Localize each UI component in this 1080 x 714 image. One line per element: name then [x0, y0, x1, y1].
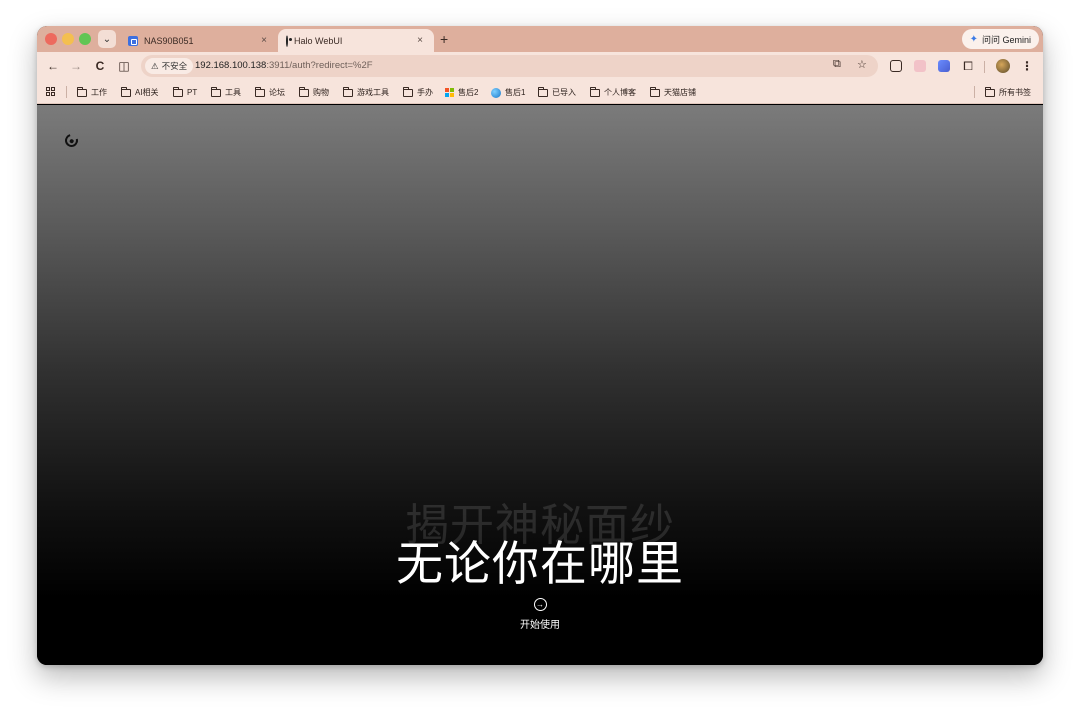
bookmark-label: 论坛 [269, 88, 285, 97]
folder-icon [538, 86, 548, 97]
all-bookmarks-label: 所有书签 [999, 88, 1031, 97]
bookmark-label: 工具 [225, 88, 241, 97]
bookmark-folder-shopping[interactable]: 购物 [299, 86, 329, 99]
bookmark-label: 售后2 [458, 88, 479, 97]
bookmark-folder-figures[interactable]: 手办 [403, 86, 433, 99]
bookmark-folder-tmall-store[interactable]: 天猫店铺 [650, 86, 696, 99]
bookmark-folder-blog[interactable]: 个人博客 [590, 86, 636, 99]
bookmark-folder-tools[interactable]: 工具 [211, 86, 241, 99]
tab-nas[interactable]: NAS90B051 × [120, 29, 278, 52]
halo-favicon-icon [286, 34, 288, 47]
url-host: 192.168.100.138 [195, 60, 267, 71]
bookmarks-divider [66, 86, 67, 98]
get-started-label: 开始使用 [520, 620, 560, 631]
bookmark-star-icon[interactable]: ☆ [857, 58, 867, 71]
bookmarks-divider [974, 86, 975, 98]
browser-toolbar: ← → C ◫ ⚠ 不安全 192.168.100.138:3911/auth?… [37, 52, 1043, 81]
bookmark-after-sales-1[interactable]: 售后1 [491, 86, 525, 99]
bookmark-after-sales-2[interactable]: 售后2 [445, 86, 478, 99]
halo-logo-icon[interactable] [62, 131, 81, 150]
profile-avatar[interactable] [996, 59, 1010, 73]
bookmark-label: 个人博客 [604, 88, 636, 97]
bookmark-folder-pt[interactable]: PT [173, 86, 197, 99]
forward-arrow-icon[interactable]: → [68, 58, 84, 74]
bookmark-folder-forum[interactable]: 论坛 [255, 86, 285, 99]
site-security-chip[interactable]: ⚠ 不安全 [145, 58, 194, 74]
reload-icon[interactable]: C [92, 58, 108, 74]
page-content: 揭开神秘面纱 无论你在哪里 → 开始使用 [37, 105, 1043, 665]
apps-grid-icon[interactable] [46, 87, 55, 96]
folder-icon [985, 86, 995, 97]
gemini-sparkle-icon: ✦ [969, 33, 978, 45]
folder-icon [173, 86, 183, 97]
zoom-window-button[interactable] [79, 33, 91, 45]
ask-gemini-label: 问问 Gemini [981, 34, 1031, 45]
extension-screenshot-icon[interactable] [890, 60, 902, 72]
hero-title: 无论你在哪里 [396, 537, 684, 592]
address-bar[interactable]: ⚠ 不安全 192.168.100.138:3911/auth?redirect… [141, 55, 878, 77]
nas-favicon-icon [128, 35, 138, 46]
folder-icon [211, 86, 221, 97]
bookmark-label: PT [187, 88, 198, 97]
tab-title: Halo WebUI [294, 35, 343, 46]
warning-triangle-icon: ⚠ [151, 60, 159, 71]
folder-icon [121, 86, 131, 97]
toolbar-divider [984, 61, 985, 73]
folder-icon [650, 86, 660, 97]
bookmarks-bar: 工作 AI相关 PT 工具 论坛 购物 游戏工具 手办 售后2 售后1 已导入 … [37, 81, 1043, 104]
folder-icon [299, 86, 309, 97]
tab-title: NAS90B051 [144, 35, 194, 46]
bookmark-label: 手办 [417, 88, 433, 97]
bookmark-folder-game-tools[interactable]: 游戏工具 [343, 86, 389, 99]
folder-icon [77, 86, 87, 97]
not-secure-label: 不安全 [161, 61, 188, 71]
get-started-button[interactable]: → 开始使用 [510, 598, 570, 640]
menu-kebab-icon[interactable]: ⋮ [1019, 58, 1035, 74]
bookmark-folder-imported[interactable]: 已导入 [538, 86, 576, 99]
all-bookmarks-button[interactable]: 所有书签 [985, 86, 1031, 99]
bookmark-label: 已导入 [552, 88, 576, 97]
url-text[interactable]: 192.168.100.138:3911/auth?redirect=%2F [195, 60, 373, 71]
browser-window: ⌄ NAS90B051 × Halo WebUI × + ✦ 问问 Gemini… [37, 26, 1043, 665]
tab-halo-webui[interactable]: Halo WebUI × [278, 29, 434, 52]
url-path: :3911/auth?redirect=%2F [266, 60, 373, 71]
tab-strip: ⌄ NAS90B051 × Halo WebUI × + ✦ 问问 Gemini [37, 26, 1043, 52]
folder-icon [590, 86, 600, 97]
new-tab-button[interactable]: + [440, 31, 448, 47]
folder-icon [343, 86, 353, 97]
bookmark-label: 售后1 [505, 88, 526, 97]
minimize-window-button[interactable] [62, 33, 74, 45]
close-window-button[interactable] [45, 33, 57, 45]
ask-gemini-button[interactable]: ✦ 问问 Gemini [961, 29, 1039, 49]
tab-close-icon[interactable]: × [414, 35, 426, 46]
folder-icon [403, 86, 413, 97]
bookmark-label: 工作 [91, 88, 107, 97]
tab-search-chevron-down-icon[interactable]: ⌄ [98, 30, 116, 48]
microsoft-icon [445, 88, 454, 97]
extension-pink-icon[interactable] [914, 60, 926, 72]
bookmark-label: 游戏工具 [357, 88, 389, 97]
globe-icon [491, 87, 501, 98]
split-view-icon[interactable]: ◫ [116, 58, 132, 74]
bookmark-folder-work[interactable]: 工作 [77, 86, 107, 99]
bookmark-label: 购物 [313, 88, 329, 97]
bookmark-folder-ai[interactable]: AI相关 [121, 86, 159, 99]
folder-icon [255, 86, 265, 97]
back-arrow-icon[interactable]: ← [45, 58, 61, 74]
extensions-puzzle-icon[interactable]: ⧠ [960, 58, 976, 74]
bookmark-label: 天猫店铺 [664, 88, 696, 97]
extension-blue-icon[interactable] [938, 60, 950, 72]
translate-icon[interactable]: ⧉ [833, 58, 841, 71]
bookmark-label: AI相关 [135, 88, 159, 97]
tab-close-icon[interactable]: × [258, 35, 270, 46]
arrow-right-circle-icon: → [533, 598, 547, 611]
